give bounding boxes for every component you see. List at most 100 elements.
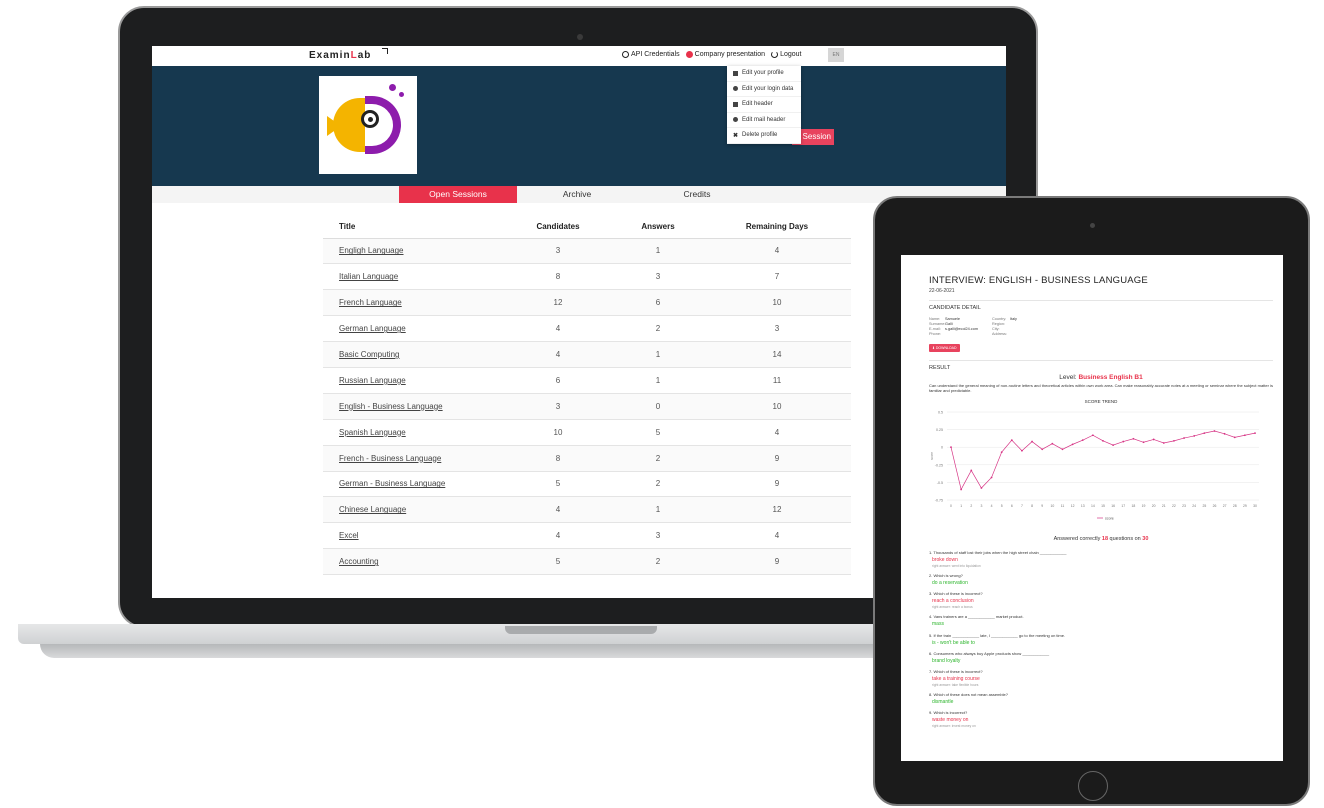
table-row[interactable]: German - Business Language 5 2 9 <box>323 471 851 498</box>
table-row[interactable]: Chinese Language 4 1 12 <box>323 496 851 524</box>
x-tick-label: 24 <box>1192 504 1196 508</box>
answers-count: 0 <box>613 393 703 420</box>
table-row[interactable]: Spanish Language 10 5 4 <box>323 419 851 446</box>
answers-count: 2 <box>613 471 703 498</box>
session-title-link[interactable]: German - Business Language <box>339 479 445 488</box>
candidate-col-left: Name: Samuele Surname: Galli E-mail: s.gall… <box>929 317 978 336</box>
remaining-days: 4 <box>703 522 851 550</box>
profile-dropdown-menu: Edit your profile Edit your login data E… <box>727 66 801 144</box>
answers-count: 1 <box>613 341 703 368</box>
session-title-link[interactable]: Spanish Language <box>339 428 406 437</box>
table-row[interactable]: Basic Computing 4 1 14 <box>323 341 851 368</box>
correct-answer: mass <box>932 621 944 628</box>
y-axis-label: score <box>930 452 934 460</box>
table-row[interactable]: French Language 12 6 10 <box>323 289 851 317</box>
candidates-count: 6 <box>503 367 613 394</box>
x-tick-label: 4 <box>991 504 993 508</box>
candidates-count: 12 <box>503 289 613 317</box>
data-point <box>1254 432 1256 434</box>
api-credentials-link[interactable]: API Credentials <box>622 51 680 58</box>
session-title-link[interactable]: Excel <box>339 531 359 540</box>
session-title-link[interactable]: German Language <box>339 324 406 333</box>
parrot-beak <box>327 116 341 136</box>
correct-answer: brand loyalty <box>932 657 961 664</box>
session-title[interactable]: French - Business Language <box>323 445 503 472</box>
session-tabs: Open Sessions Archive Credits <box>152 186 1006 203</box>
data-point <box>1213 429 1216 432</box>
column-header-title: Title <box>323 216 503 239</box>
menu-item-edit-header[interactable]: Edit header <box>727 97 801 113</box>
session-title-link[interactable]: French - Business Language <box>339 454 441 463</box>
table-row[interactable]: Italian Language 8 3 7 <box>323 263 851 291</box>
parrot-pupil <box>368 117 373 122</box>
tablet-home-button[interactable] <box>1078 771 1108 801</box>
region-label: Region: <box>991 322 1006 326</box>
session-title-link[interactable]: English - Business Language <box>339 402 443 411</box>
session-title[interactable]: Russian Language <box>323 367 503 394</box>
question-text: 1. Thousands of staff lost their jobs wh… <box>929 549 1067 555</box>
question-text: 4. Vans trainers are a ____________ mark… <box>929 614 1024 620</box>
api-credentials-label: API Credentials <box>631 51 680 58</box>
table-row[interactable]: Russian Language 6 1 11 <box>323 367 851 394</box>
table-row[interactable]: Accounting 5 2 9 <box>323 548 851 576</box>
data-point <box>960 488 963 491</box>
session-title-link[interactable]: Russian Language <box>339 376 406 385</box>
correct-answer: is - won't be able to <box>932 639 975 646</box>
session-title[interactable]: Italian Language <box>323 263 503 291</box>
table-row[interactable]: Engligh Language 3 1 4 <box>323 238 851 265</box>
session-title[interactable]: French Language <box>323 289 503 317</box>
data-point <box>1031 440 1033 443</box>
session-title-link[interactable]: Accounting <box>339 557 379 566</box>
table-row[interactable]: German Language 4 2 3 <box>323 315 851 343</box>
tablet-camera <box>1090 223 1095 228</box>
session-title-link[interactable]: Chinese Language <box>339 505 406 514</box>
session-title[interactable]: Chinese Language <box>323 496 503 524</box>
answered-summary: Answered correctly 18 questions on 30 <box>929 536 1273 542</box>
language-selector[interactable]: EN <box>828 48 844 62</box>
session-title[interactable]: Excel <box>323 522 503 550</box>
column-header-candidates: Candidates <box>503 216 613 239</box>
session-title-link[interactable]: Italian Language <box>339 272 398 281</box>
top-bar: ExaminLab API Credentials Company presen… <box>152 46 1006 66</box>
menu-item-edit-mail-header[interactable]: Edit mail header <box>727 113 801 128</box>
report-title: INTERVIEW: ENGLISH - BUSINESS LANGUAGE <box>929 275 1148 286</box>
tab-credits[interactable]: Credits <box>642 186 752 203</box>
menu-item-edit-login[interactable]: Edit your login data <box>727 82 801 97</box>
session-title-link[interactable]: French Language <box>339 298 402 307</box>
tab-open-sessions[interactable]: Open Sessions <box>399 186 517 203</box>
x-tick-label: 26 <box>1213 504 1217 508</box>
session-title[interactable]: German - Business Language <box>323 471 503 498</box>
menu-item-edit-profile[interactable]: Edit your profile <box>727 66 801 82</box>
table-row[interactable]: English - Business Language 3 0 10 <box>323 393 851 420</box>
city-label: City: <box>991 327 1000 331</box>
data-point <box>1193 434 1196 437</box>
x-tick-label: 30 <box>1253 504 1257 508</box>
parrot-dot <box>389 84 396 91</box>
answers-count: 5 <box>613 419 703 446</box>
session-title[interactable]: German Language <box>323 315 503 343</box>
session-title[interactable]: English - Business Language <box>323 393 503 420</box>
tab-archive[interactable]: Archive <box>527 186 627 203</box>
session-title[interactable]: Accounting <box>323 548 503 576</box>
brand-logo[interactable]: ExaminLab <box>309 50 371 61</box>
session-title-link[interactable]: Engligh Language <box>339 246 404 255</box>
wrong-answer: broke down <box>932 556 958 563</box>
data-point <box>1010 439 1013 441</box>
devices-stage: ExaminLab API Credentials Company presen… <box>0 0 1324 808</box>
download-button[interactable]: ⬇ DOWNLOAD <box>929 344 960 352</box>
company-presentation-link[interactable]: Company presentation <box>685 51 765 58</box>
data-point <box>1041 448 1044 450</box>
question-item: 3. Which of these is incorrect? reach a c… <box>929 591 1273 609</box>
logout-link[interactable]: Logout <box>771 51 802 58</box>
session-title-link[interactable]: Basic Computing <box>339 350 399 359</box>
parrot-eye <box>361 110 379 128</box>
table-row[interactable]: Excel 4 3 4 <box>323 522 851 550</box>
table-row[interactable]: French - Business Language 8 2 9 <box>323 445 851 472</box>
candidates-count: 4 <box>503 315 613 343</box>
session-title[interactable]: Basic Computing <box>323 341 503 368</box>
column-header-answers: Answers <box>613 216 703 239</box>
session-title[interactable]: Spanish Language <box>323 419 503 446</box>
session-title[interactable]: Engligh Language <box>323 238 503 265</box>
menu-item-delete-profile[interactable]: ✖ Delete profile <box>727 128 801 144</box>
level-value: Business English B1 <box>1078 374 1143 381</box>
